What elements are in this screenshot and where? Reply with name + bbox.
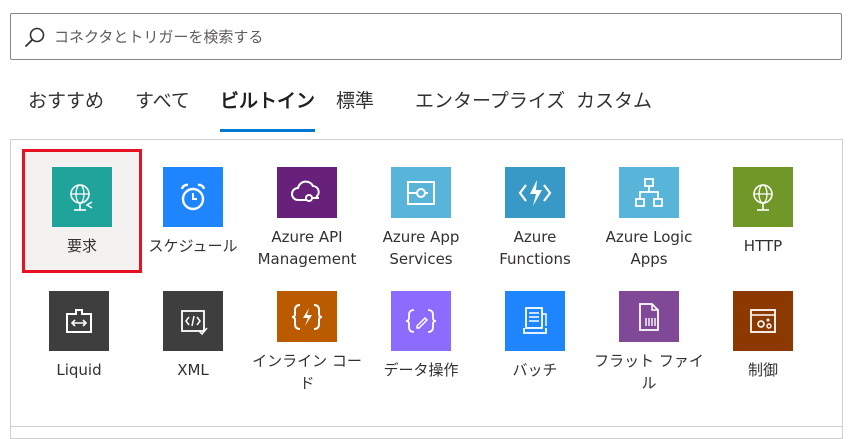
xml-icon: [181, 310, 208, 336]
connector-apim-icon-bg: [277, 167, 337, 218]
connector-liquid[interactable]: Liquid: [22, 276, 136, 394]
connector-http-icon-bg: [733, 167, 793, 227]
connector-azure-api-management[interactable]: Azure API Management: [250, 152, 364, 270]
connector-label: XML: [177, 361, 209, 379]
connector-app-services-icon-bg: [391, 167, 451, 218]
inline-code-icon: [291, 303, 323, 330]
connector-label: Azure App Services: [382, 228, 460, 268]
connector-inline-code-icon-bg: [277, 291, 337, 342]
connector-request-icon-bg: [52, 167, 112, 227]
connector-label: 制御: [747, 361, 778, 379]
connector-label: Liquid: [56, 361, 102, 379]
connector-http[interactable]: HTTP: [706, 152, 820, 270]
connector-label: インライン コード: [252, 352, 362, 392]
connector-label: スケジュール: [148, 237, 238, 255]
tab-custom[interactable]: カスタム: [576, 86, 652, 132]
connector-inline-code[interactable]: インライン コード: [250, 276, 364, 394]
connector-control[interactable]: 制御: [706, 276, 820, 394]
connector-liquid-icon-bg: [49, 291, 109, 351]
connector-batch[interactable]: バッチ: [478, 276, 592, 394]
alarm-clock-icon: [180, 183, 206, 211]
tab-builtin[interactable]: ビルトイン: [220, 86, 316, 132]
connector-label: Azure Logic Apps: [605, 228, 693, 268]
connector-label: Azure API Management: [257, 228, 357, 268]
connector-label: フラット ファイル: [594, 352, 704, 392]
connector-azure-logic-apps[interactable]: Azure Logic Apps: [592, 152, 706, 270]
tab-enterprise[interactable]: エンタープライズ: [415, 86, 565, 132]
connector-data-operations[interactable]: データ操作: [364, 276, 478, 394]
control-icon: [750, 309, 776, 333]
http-globe-icon: [753, 184, 773, 211]
functions-lightning-icon: [518, 179, 552, 206]
flat-file-icon: [639, 302, 659, 331]
connector-flat-file-icon-bg: [619, 291, 679, 342]
connector-label: 要求: [66, 237, 97, 255]
connector-label: Azure Functions: [499, 228, 571, 268]
connector-azure-functions[interactable]: Azure Functions: [478, 152, 592, 270]
app-service-icon: [407, 180, 435, 205]
connector-flat-file[interactable]: フラット ファイル: [592, 276, 706, 394]
search-icon: [25, 27, 45, 47]
connector-xml-icon-bg: [163, 291, 223, 351]
connector-data-operations-icon-bg: [391, 291, 451, 351]
liquid-icon: [66, 309, 92, 333]
connector-label: HTTP: [743, 237, 783, 255]
connector-control-icon-bg: [733, 291, 793, 351]
divider: [11, 426, 842, 427]
globe-request-icon: [70, 184, 93, 211]
data-operations-icon: [405, 309, 437, 333]
connector-batch-icon-bg: [505, 291, 565, 351]
tab-standard[interactable]: 標準: [336, 86, 374, 132]
connector-xml[interactable]: XML: [136, 276, 250, 394]
tab-all[interactable]: すべて: [135, 86, 190, 132]
connector-functions-icon-bg: [505, 167, 565, 218]
cloud-api-icon: [291, 180, 320, 202]
connector-label: データ操作: [383, 361, 459, 379]
connector-schedule-icon-bg: [163, 167, 223, 227]
connector-label: バッチ: [512, 361, 558, 379]
connector-request[interactable]: 要求: [22, 149, 142, 273]
connector-azure-app-services[interactable]: Azure App Services: [364, 152, 478, 270]
search-input[interactable]: [54, 27, 841, 46]
search-box[interactable]: [10, 13, 842, 60]
connector-schedule[interactable]: スケジュール: [136, 152, 250, 270]
logic-apps-icon: [635, 177, 663, 207]
batch-icon: [523, 307, 547, 334]
connector-logic-apps-icon-bg: [619, 167, 679, 218]
tab-recommended[interactable]: おすすめ: [28, 86, 104, 132]
